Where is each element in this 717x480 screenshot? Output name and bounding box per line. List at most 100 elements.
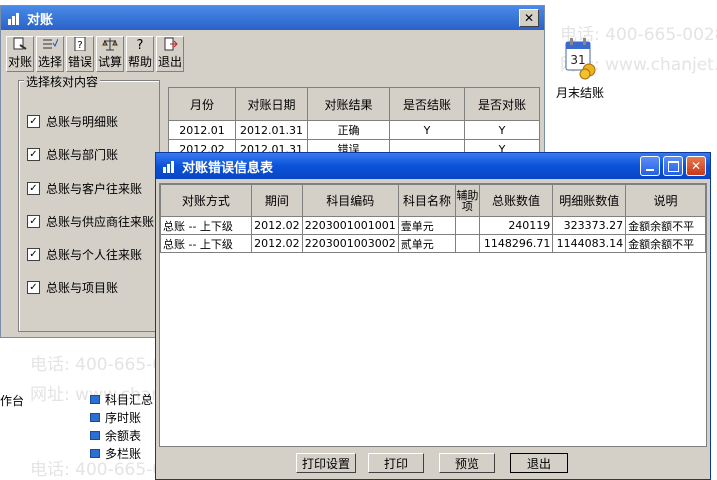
error-doc-icon: ? bbox=[74, 37, 86, 51]
minimize-icon bbox=[646, 169, 654, 171]
report-icon bbox=[90, 430, 100, 440]
table-row[interactable]: 总账 -- 上下级 2012.02 2203001003002 贰单元 1148… bbox=[160, 234, 706, 253]
reconcile-icon bbox=[13, 37, 27, 50]
cell-reconciled: Y bbox=[464, 120, 540, 140]
tree-item-label: 序时账 bbox=[105, 410, 142, 425]
maximize-icon bbox=[667, 160, 679, 172]
column-header: 是否对账 bbox=[464, 87, 540, 121]
window-title: 对账 bbox=[27, 12, 54, 28]
close-button[interactable]: ✕ bbox=[686, 156, 706, 176]
cell-closed: Y bbox=[389, 120, 465, 140]
error-button[interactable]: ? 错误 bbox=[66, 36, 94, 72]
title-bar[interactable]: 对账错误信息表 ✕ bbox=[156, 153, 710, 179]
tree-item[interactable]: 科目汇总 bbox=[90, 390, 153, 408]
svg-text:31: 31 bbox=[570, 53, 585, 67]
cell-account-code: 2203001001001 bbox=[301, 216, 399, 235]
reconcile-button[interactable]: 对账 bbox=[6, 36, 34, 72]
checkbox-box: ✓ bbox=[27, 215, 40, 228]
checkbox-box: ✓ bbox=[27, 115, 40, 128]
cell-aux bbox=[455, 216, 480, 235]
tree-item[interactable]: 余额表 bbox=[90, 426, 153, 444]
preview-button[interactable]: 预览 bbox=[439, 453, 495, 473]
exit-button[interactable]: 退出 bbox=[156, 36, 184, 72]
cell-ledger-value: 1148296.71 bbox=[478, 234, 554, 253]
title-bar[interactable]: 对账 ✕ bbox=[1, 6, 544, 30]
app-icon bbox=[7, 11, 21, 25]
checkbox-ledger-supplier[interactable]: ✓ 总账与供应商往来账 bbox=[27, 213, 154, 230]
checkbox-label: 总账与部门账 bbox=[46, 148, 119, 162]
column-header: 对账结果 bbox=[307, 87, 390, 121]
checkbox-label: 总账与供应商往来账 bbox=[46, 215, 155, 229]
minimize-button[interactable] bbox=[640, 156, 660, 176]
checkbox-ledger-customer[interactable]: ✓ 总账与客户往来账 bbox=[27, 180, 142, 197]
cell-detail-value: 1144083.14 bbox=[552, 234, 627, 253]
svg-text:?: ? bbox=[77, 40, 82, 51]
column-header: 科目名称 bbox=[397, 184, 457, 217]
column-header: 期间 bbox=[250, 184, 303, 217]
close-icon: ✕ bbox=[690, 159, 702, 173]
cell-method: 总账 -- 上下级 bbox=[160, 234, 252, 253]
toolbar-label: 对账 bbox=[7, 55, 32, 69]
cell-note: 金额余额不平 bbox=[625, 234, 706, 253]
column-header: 是否结账 bbox=[389, 87, 465, 121]
column-header: 月份 bbox=[168, 87, 236, 121]
tree-item-label: 余额表 bbox=[105, 428, 142, 443]
column-header: 辅助项 bbox=[455, 184, 480, 217]
column-header: 对账方式 bbox=[160, 184, 252, 217]
checkbox-ledger-detail[interactable]: ✓ 总账与明细账 bbox=[27, 113, 118, 130]
cell-account-code: 2203001003002 bbox=[301, 234, 399, 253]
workbench-label: 作台 bbox=[0, 394, 25, 408]
toolbar-label: 选择 bbox=[37, 55, 62, 69]
tree-item[interactable]: 序时账 bbox=[90, 408, 153, 426]
checkbox-box: ✓ bbox=[27, 281, 40, 294]
column-header: 对账日期 bbox=[235, 87, 308, 121]
toolbar: 对账 选择 ? 错误 试算 ? 帮助 退出 bbox=[6, 36, 186, 72]
shortcut-label: 月末结账 bbox=[555, 86, 604, 100]
checkbox-box: ✓ bbox=[27, 248, 40, 261]
checkbox-label: 总账与明细账 bbox=[46, 115, 119, 129]
error-grid[interactable]: 对账方式 期间 科目编码 科目名称 辅助项 总账数值 明细账数值 说明 总账 -… bbox=[159, 183, 707, 447]
report-icon bbox=[90, 394, 100, 404]
reconciliation-table: 月份 对账日期 对账结果 是否结账 是否对账 2012.01 2012.01.3… bbox=[168, 87, 540, 159]
scale-icon bbox=[102, 38, 118, 51]
tree-item-label: 多栏账 bbox=[105, 446, 142, 461]
cell-result: 正确 bbox=[307, 120, 390, 140]
print-button[interactable]: 打印 bbox=[368, 453, 424, 473]
checkbox-ledger-project[interactable]: ✓ 总账与项目账 bbox=[27, 279, 118, 296]
tree-item[interactable]: 多栏账 bbox=[90, 444, 153, 462]
cell-method: 总账 -- 上下级 bbox=[160, 216, 252, 235]
help-button[interactable]: ? 帮助 bbox=[126, 36, 154, 72]
column-header: 科目编码 bbox=[301, 184, 399, 217]
month-end-closing-shortcut[interactable]: 31 月末结账 bbox=[550, 36, 610, 101]
table-row[interactable]: 2012.01 2012.01.31 正确 Y Y bbox=[168, 120, 540, 140]
print-settings-button[interactable]: 打印设置 bbox=[296, 453, 356, 473]
close-button[interactable]: ✕ bbox=[519, 9, 539, 27]
app-icon bbox=[162, 159, 176, 173]
checkbox-label: 总账与项目账 bbox=[46, 281, 119, 295]
trial-balance-button[interactable]: 试算 bbox=[96, 36, 124, 72]
checkbox-label: 总账与个人往来账 bbox=[46, 248, 143, 262]
cell-ledger-value: 240119 bbox=[478, 216, 554, 235]
maximize-button[interactable] bbox=[663, 156, 683, 176]
calendar-icon: 31 bbox=[563, 36, 597, 80]
cell-detail-value: 323373.27 bbox=[552, 216, 627, 235]
exit-door-icon bbox=[164, 37, 178, 51]
cell-note: 金额余额不平 bbox=[625, 216, 706, 235]
toolbar-label: 退出 bbox=[157, 55, 182, 69]
report-icon bbox=[90, 448, 100, 458]
error-info-window: 对账错误信息表 ✕ 对账方式 期间 科目编码 科目名称 辅助项 总账数值 明细账… bbox=[155, 152, 711, 480]
checkbox-ledger-personal[interactable]: ✓ 总账与个人往来账 bbox=[27, 246, 142, 263]
toolbar-label: 帮助 bbox=[127, 55, 152, 69]
checkbox-box: ✓ bbox=[27, 182, 40, 195]
select-button[interactable]: 选择 bbox=[36, 36, 64, 72]
cell-period: 2012.02 bbox=[250, 234, 303, 253]
column-header: 说明 bbox=[625, 184, 706, 217]
checkbox-ledger-department[interactable]: ✓ 总账与部门账 bbox=[27, 146, 118, 163]
column-header: 总账数值 bbox=[478, 184, 554, 217]
help-icon: ? bbox=[137, 38, 144, 51]
toolbar-label: 试算 bbox=[97, 55, 122, 69]
table-row[interactable]: 总账 -- 上下级 2012.02 2203001001001 壹单元 2401… bbox=[160, 216, 706, 235]
cell-month: 2012.01 bbox=[168, 120, 236, 140]
exit-button[interactable]: 退出 bbox=[510, 453, 568, 473]
window-title: 对账错误信息表 bbox=[182, 160, 274, 176]
